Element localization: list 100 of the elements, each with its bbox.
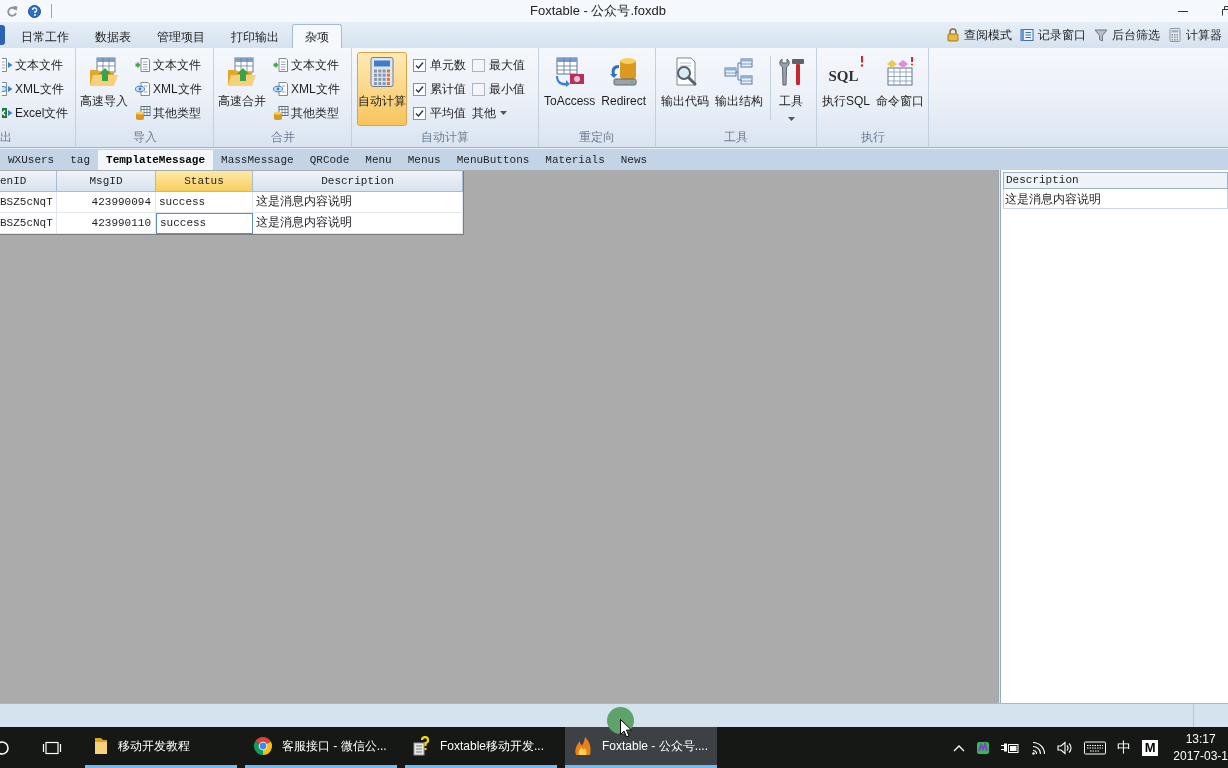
- dropdown-button[interactable]: 其他: [472, 101, 525, 125]
- chevron-up-icon[interactable]: [953, 743, 966, 752]
- ribbon-button[interactable]: XML文件: [273, 77, 340, 101]
- ribbon-button[interactable]: ToAccess: [543, 52, 597, 126]
- ribbon-button[interactable]: 文本文件: [135, 53, 202, 77]
- checkbox-label[interactable]: 最小值: [472, 77, 525, 101]
- ribbon-tab[interactable]: 杂项: [292, 24, 342, 48]
- checkbox[interactable]: [472, 58, 485, 72]
- sheet-tab[interactable]: QRCode: [301, 150, 358, 170]
- ribbon-button[interactable]: 工具: [777, 52, 805, 126]
- sql-logo-text: SQL: [828, 66, 859, 86]
- checkbox[interactable]: [472, 82, 485, 96]
- check-icon: [415, 84, 424, 94]
- keyboard-icon[interactable]: [1084, 740, 1107, 755]
- toolbar-button[interactable]: 查阅模式: [946, 26, 1012, 44]
- check-icon: [415, 108, 424, 118]
- check-icon: [415, 60, 424, 70]
- ribbon-tab[interactable]: 数据表: [82, 24, 144, 48]
- field-header: Description: [1003, 172, 1228, 189]
- sheet-tab[interactable]: Materials: [537, 150, 613, 170]
- toolbar-button[interactable]: 记录窗口: [1020, 26, 1086, 44]
- checkbox-label[interactable]: 累计值: [413, 77, 466, 101]
- table-cell: BSZ5cNqT: [0, 192, 57, 213]
- document-arrow-icon: [273, 57, 289, 73]
- ribbon-button[interactable]: 命令窗口: [875, 52, 925, 126]
- ribbon-button[interactable]: 文本文件: [273, 53, 340, 77]
- list-window-icon: [1020, 28, 1034, 42]
- ribbon-button[interactable]: 输出结构: [714, 52, 764, 126]
- taskbar-app[interactable]: Foxtable移动开发...: [405, 727, 557, 768]
- taskbar-app[interactable]: 移动开发教程: [85, 727, 237, 768]
- flame-icon: [573, 736, 593, 756]
- checkbox-label[interactable]: 单元数: [413, 53, 466, 77]
- ribbon-tab[interactable]: 打印输出: [218, 24, 292, 48]
- plug-battery-icon[interactable]: [1001, 741, 1020, 754]
- sheet-tab[interactable]: News: [612, 150, 656, 170]
- group-label: 出: [0, 129, 12, 145]
- ribbon-button[interactable]: 输出代码: [660, 52, 710, 126]
- sheet-tab[interactable]: Menus: [399, 150, 449, 170]
- document-eye-icon: [2, 81, 13, 97]
- column-header[interactable]: MsgID: [57, 171, 156, 192]
- ribbon-button[interactable]: 自动计算: [357, 52, 407, 126]
- sheet-tab[interactable]: MassMessage: [213, 150, 302, 170]
- toolbar-button[interactable]: 后台筛选: [1094, 26, 1160, 44]
- group-label: 工具: [724, 129, 748, 145]
- field-value[interactable]: 这是消息内容说明: [1003, 189, 1228, 209]
- sheet-tab[interactable]: WXUsers: [0, 150, 63, 170]
- input-method-indicator[interactable]: 中: [1117, 737, 1132, 758]
- search-icon[interactable]: [0, 739, 10, 756]
- taskbar-app[interactable]: 客服接口 - 微信公...: [245, 727, 397, 768]
- column-header[interactable]: enID: [0, 171, 57, 192]
- help-document-icon: [413, 736, 431, 756]
- table-cell: success: [156, 192, 253, 213]
- column-header[interactable]: Status: [156, 171, 253, 192]
- column-header[interactable]: Description: [253, 171, 463, 192]
- ribbon-button[interactable]: XML文件: [2, 77, 69, 101]
- ribbon-tab[interactable]: 管理项目: [144, 24, 218, 48]
- group-label: 导入: [132, 129, 157, 145]
- sheet-tab[interactable]: TemplateMessage: [98, 150, 214, 170]
- clock-time[interactable]: 13:17: [1185, 730, 1216, 748]
- wifi-icon[interactable]: [1030, 740, 1047, 755]
- help-icon[interactable]: [28, 4, 41, 18]
- group-label: 执行: [860, 129, 885, 145]
- ribbon-button[interactable]: 高速合并: [217, 52, 267, 126]
- sheet-tab[interactable]: MenuButtons: [448, 150, 538, 170]
- database-table-icon: [135, 105, 151, 121]
- checkbox-label[interactable]: 最大值: [472, 53, 525, 77]
- checkbox[interactable]: [413, 82, 426, 96]
- ribbon-button[interactable]: 文本文件: [2, 53, 69, 77]
- redo-icon[interactable]: [6, 5, 18, 17]
- ribbon-button[interactable]: SQL 执行SQL: [821, 52, 871, 126]
- ring-logo-icon: [253, 736, 273, 756]
- ribbon-button[interactable]: 其他类型: [273, 101, 340, 125]
- taskbar-app[interactable]: Foxtable - 公众号....: [565, 727, 717, 768]
- checkbox-label[interactable]: 平均值: [413, 101, 466, 125]
- toolbar-button[interactable]: 计算器: [1168, 26, 1222, 44]
- tray-app-icon[interactable]: [976, 740, 991, 755]
- document-arrow-icon: [135, 57, 151, 73]
- sheet-tab[interactable]: tag: [62, 150, 99, 170]
- ribbon-button[interactable]: 高速导入: [79, 52, 129, 126]
- group-label: 合并: [270, 129, 295, 145]
- checkbox[interactable]: [413, 58, 426, 72]
- document-eye-icon: [273, 81, 289, 97]
- ribbon-button[interactable]: Excel文件: [2, 101, 69, 125]
- document-eye-icon: [135, 81, 151, 97]
- table-cell: 423990110: [57, 213, 156, 234]
- table-cell: BSZ5cNqT: [0, 213, 57, 234]
- checkbox[interactable]: [413, 106, 426, 120]
- sheet-tab[interactable]: Menu: [357, 150, 400, 170]
- restore-icon[interactable]: [1222, 6, 1228, 16]
- keyboard-layout-indicator[interactable]: M: [1142, 739, 1159, 756]
- ribbon-button[interactable]: 其他类型: [135, 101, 202, 125]
- ribbon-button[interactable]: XML文件: [135, 77, 202, 101]
- spreadsheet-arrow-icon: [2, 105, 13, 121]
- alert-icon: [859, 56, 864, 67]
- table-key-icon: [553, 56, 586, 88]
- ribbon-tab[interactable]: 日常工作: [8, 24, 82, 48]
- ribbon-button[interactable]: Redirect: [600, 52, 648, 126]
- clock-date[interactable]: 2017-03-1: [1173, 747, 1228, 765]
- volume-icon[interactable]: [1057, 740, 1074, 755]
- task-view-icon[interactable]: [42, 739, 62, 756]
